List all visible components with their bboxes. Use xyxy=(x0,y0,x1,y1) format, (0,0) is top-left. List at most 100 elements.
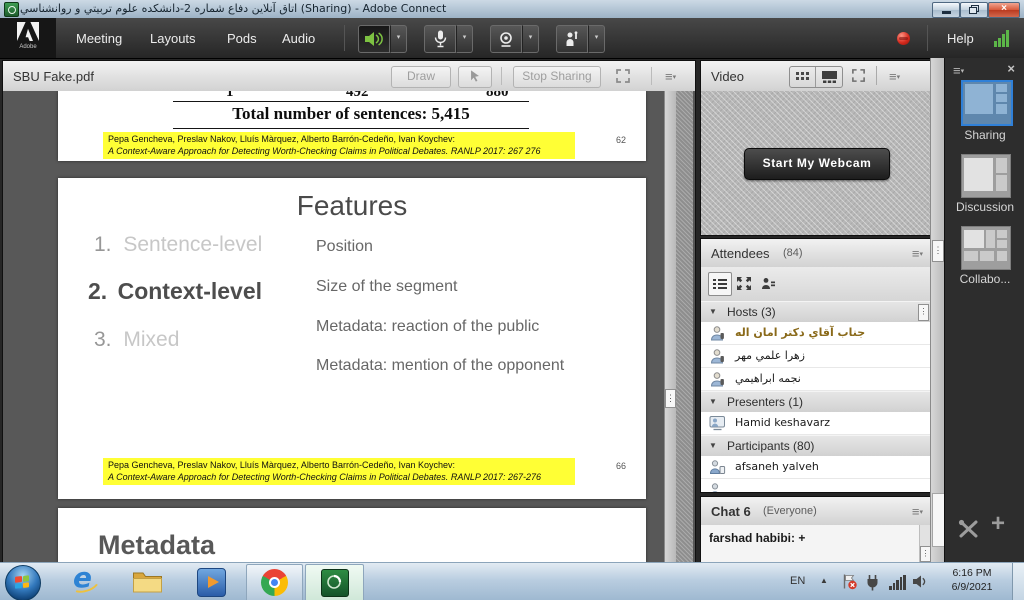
attendee-row-partial[interactable] xyxy=(701,479,931,492)
share-toolbar-separator-2 xyxy=(651,67,652,85)
connection-status-icon[interactable] xyxy=(994,30,1009,47)
chat-pod-title: Chat 6 xyxy=(711,504,751,519)
slide-title: Features xyxy=(58,190,646,222)
speaker-dropdown[interactable]: ▾ xyxy=(390,25,407,53)
media-player-icon[interactable] xyxy=(197,568,226,597)
webcam-button[interactable] xyxy=(490,25,522,53)
share-fullscreen-button[interactable] xyxy=(615,68,631,89)
metadata-slide: Metadata xyxy=(58,508,646,563)
stop-sharing-button[interactable]: Stop Sharing xyxy=(513,66,601,88)
attendee-status-view-button[interactable] xyxy=(757,272,779,294)
video-fullscreen-button[interactable] xyxy=(851,68,866,88)
network-signal-icon[interactable] xyxy=(889,575,906,590)
share-toolbar-separator xyxy=(501,67,502,85)
mic-dropdown[interactable]: ▾ xyxy=(456,25,473,53)
presenters-section-header[interactable]: ▼ Presenters (1) xyxy=(701,391,931,413)
show-hidden-icons-button[interactable]: ▲ xyxy=(820,576,828,585)
video-view-toggle xyxy=(789,66,843,88)
file-explorer-icon[interactable] xyxy=(132,569,163,599)
participant-avatar xyxy=(709,482,726,492)
menu-meeting[interactable]: Meeting xyxy=(76,31,122,46)
hosts-section-header[interactable]: ▼ Hosts (3) ⋮ xyxy=(701,301,931,323)
collapse-icon: ▼ xyxy=(709,441,717,450)
volume-icon[interactable] xyxy=(912,574,928,594)
speaker-icon xyxy=(364,31,384,47)
show-desktop-button[interactable] xyxy=(1012,563,1024,600)
grid-view-button[interactable] xyxy=(790,67,816,87)
layout-sharing-thumbnail[interactable] xyxy=(961,80,1013,126)
start-webcam-button[interactable]: Start My Webcam xyxy=(744,148,890,180)
layout-collaboration-thumbnail[interactable] xyxy=(961,226,1011,270)
speaker-button[interactable] xyxy=(358,25,390,53)
language-indicator[interactable]: EN xyxy=(790,575,805,587)
section-grip[interactable]: ⋮ xyxy=(918,304,929,321)
microphone-button[interactable] xyxy=(424,25,456,53)
power-plug-icon[interactable] xyxy=(865,574,880,596)
help-menu[interactable]: Help xyxy=(947,31,974,46)
chat-pod-menu[interactable]: ≡▾ xyxy=(912,505,923,518)
participants-section-header[interactable]: ▼ Participants (80) xyxy=(701,435,931,457)
attendee-row[interactable]: Hamid keshavarz xyxy=(701,412,931,435)
video-pod-body: Start My Webcam xyxy=(701,91,931,235)
add-layout-button[interactable]: + xyxy=(991,510,1005,538)
attendees-pod: Attendees (84) ≡▾ xyxy=(700,238,932,493)
splitter-grip[interactable]: ⋮ xyxy=(932,240,944,262)
table-cell: 1 xyxy=(226,91,234,101)
action-center-icon[interactable] xyxy=(841,573,858,595)
menu-layouts[interactable]: Layouts xyxy=(150,31,196,46)
adobe-connect-taskbar-button[interactable] xyxy=(305,564,364,600)
share-splitter-grip[interactable]: ⋮ xyxy=(665,389,676,408)
video-pod-header: Video xyxy=(701,61,931,92)
layout-sharing-label[interactable]: Sharing xyxy=(945,128,1024,142)
attendees-pod-menu[interactable]: ≡▾ xyxy=(912,247,923,260)
attendee-row[interactable]: afsaneh yalveh xyxy=(701,456,931,479)
filmstrip-view-icon xyxy=(822,71,837,83)
internet-explorer-icon[interactable]: e xyxy=(66,565,100,599)
layout-collaboration-label[interactable]: Collabo... xyxy=(945,272,1024,286)
attendee-name: جناب آقاي دكتر امان اله xyxy=(735,326,865,339)
collapse-icon: ▼ xyxy=(709,307,717,316)
raise-hand-icon xyxy=(564,31,580,47)
sidebar-close-icon[interactable]: × xyxy=(1007,61,1015,76)
restore-button[interactable] xyxy=(960,2,988,18)
layout-discussion-thumbnail[interactable] xyxy=(961,154,1011,198)
video-pod-menu[interactable]: ≡▾ xyxy=(889,70,900,83)
chrome-taskbar-button[interactable] xyxy=(246,564,303,600)
menu-bar: Adobe Meeting Layouts Pods Audio ▾ xyxy=(0,18,1024,59)
close-button[interactable]: × xyxy=(988,2,1020,18)
share-pod-menu[interactable]: ≡▾ xyxy=(665,70,676,83)
attendees-toolbar xyxy=(701,267,931,302)
sidebar-menu[interactable]: ≡▾ xyxy=(953,64,964,77)
start-button[interactable] xyxy=(5,565,41,600)
menubar-separator-2 xyxy=(927,25,928,51)
attendee-row[interactable]: زهرا علمي مهر xyxy=(701,345,931,368)
adobe-logo-text: Adobe xyxy=(0,44,56,50)
taskbar-clock[interactable]: 6:16 PM 6/9/2021 xyxy=(938,566,1006,594)
layout-discussion-label[interactable]: Discussion xyxy=(945,200,1024,214)
feature-detail-1: Position xyxy=(316,238,373,256)
filmstrip-view-button[interactable] xyxy=(816,67,842,87)
attendees-pod-header: Attendees (84) ≡▾ xyxy=(701,239,931,268)
menu-audio[interactable]: Audio xyxy=(282,31,315,46)
status-dropdown[interactable]: ▾ xyxy=(588,25,605,53)
feature-detail-2: Size of the segment xyxy=(316,278,457,296)
chat-messages: farshad habibi: + ⋮ xyxy=(701,525,931,563)
draw-button[interactable]: Draw xyxy=(391,66,451,88)
manage-layouts-button[interactable] xyxy=(957,518,981,545)
list-view-button[interactable] xyxy=(708,272,732,296)
menubar-separator xyxy=(344,25,345,51)
webcam-dropdown[interactable]: ▾ xyxy=(522,25,539,53)
minimize-button[interactable] xyxy=(932,2,960,18)
restore-icon xyxy=(969,5,979,14)
table-cell: 492 xyxy=(346,91,369,101)
attendee-row[interactable]: جناب آقاي دكتر امان اله xyxy=(701,322,931,345)
raise-hand-button[interactable] xyxy=(556,25,588,53)
pointer-tool-button[interactable] xyxy=(458,66,492,88)
tools-icon xyxy=(957,518,981,540)
list-item-3: 3. Mixed xyxy=(94,328,179,352)
breakout-view-button[interactable] xyxy=(733,272,755,294)
menu-pods[interactable]: Pods xyxy=(227,31,257,46)
total-sentences-line: Total number of sentences: 5,415 xyxy=(173,104,529,124)
attendee-row[interactable]: نجمه ابراهيمي xyxy=(701,368,931,391)
chat-pod-header: Chat 6 (Everyone) ≡▾ xyxy=(701,497,931,526)
